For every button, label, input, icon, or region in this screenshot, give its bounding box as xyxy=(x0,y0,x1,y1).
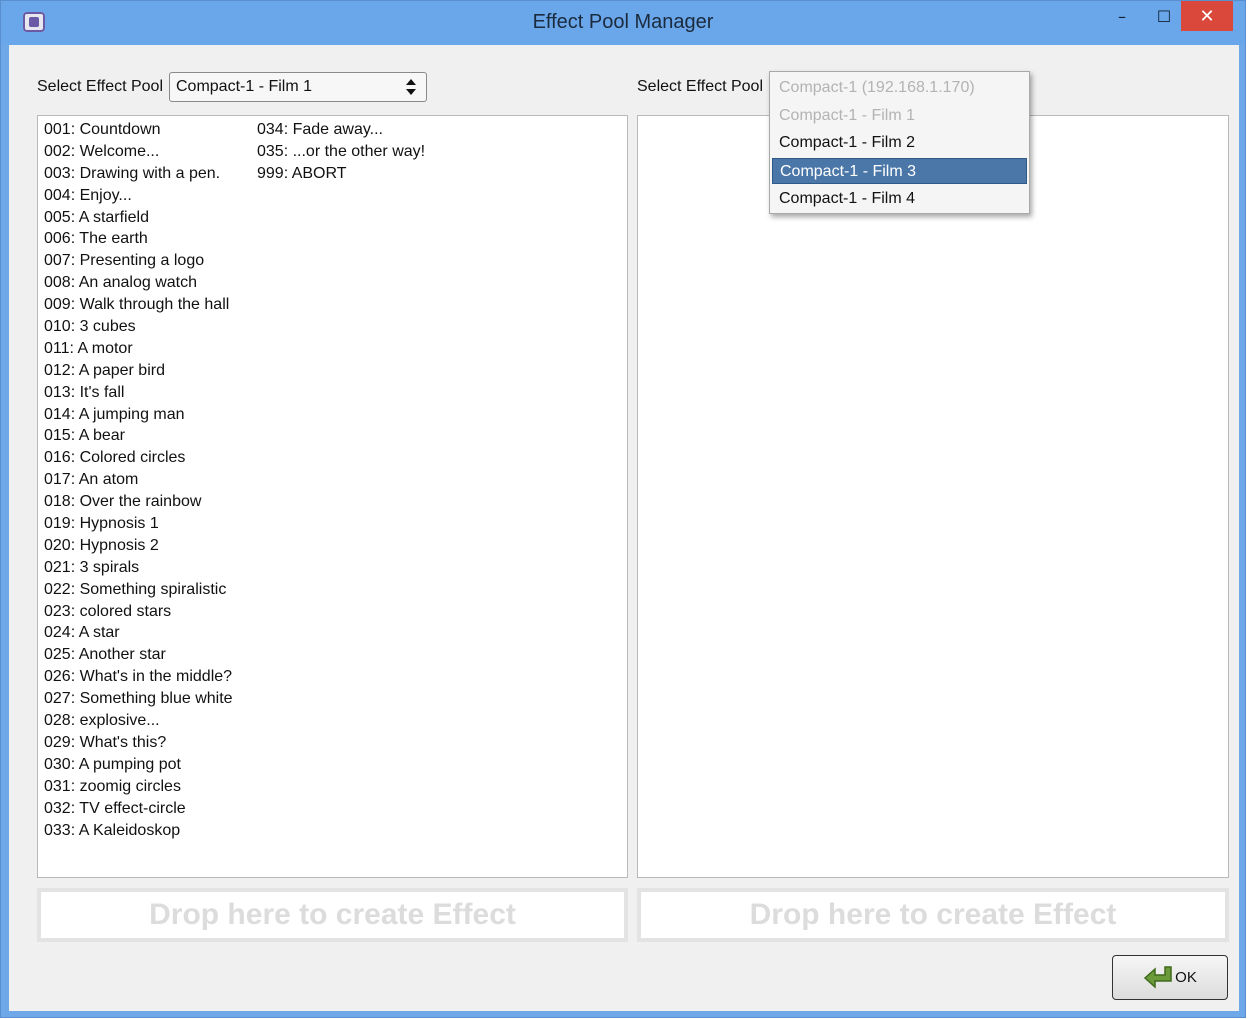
effect-list-item[interactable]: 016: Colored circles xyxy=(44,447,233,469)
effect-list-item[interactable]: 008: An analog watch xyxy=(44,272,233,294)
right-drop-zone[interactable]: Drop here to create Effect xyxy=(637,888,1229,942)
effects-column-2: 034: Fade away... 035: ...or the other wa… xyxy=(257,119,425,185)
effect-list-item[interactable]: 012: A paper bird xyxy=(44,360,233,382)
effect-list-item[interactable]: 017: An atom xyxy=(44,469,233,491)
effect-list-item[interactable]: 026: What's in the middle? xyxy=(44,666,233,688)
left-pool-selected-value: Compact-1 - Film 1 xyxy=(176,78,313,95)
dropdown-option: Compact-1 (192.168.1.170) xyxy=(779,79,975,96)
effects-column-1: 001: Countdown 002: Welcome... 003: Drawin… xyxy=(44,119,233,841)
effect-list-item[interactable]: 029: What's this? xyxy=(44,732,233,754)
effect-list-item[interactable]: 013: It's fall xyxy=(44,382,233,404)
effect-list-item[interactable]: 030: A pumping pot xyxy=(44,754,233,776)
effect-list-item[interactable]: 025: Another star xyxy=(44,644,233,666)
spin-arrows-icon xyxy=(406,79,416,95)
effect-list-item[interactable]: 035: ...or the other way! xyxy=(257,141,425,163)
dropdown-option[interactable]: Compact-1 - Film 3 xyxy=(772,158,1027,185)
effect-list-item[interactable]: 024: A star xyxy=(44,622,233,644)
right-select-pool-label: Select Effect Pool xyxy=(637,78,763,95)
minimize-button[interactable]: – xyxy=(1107,1,1137,31)
effect-list-item[interactable]: 003: Drawing with a pen. xyxy=(44,163,233,185)
effect-list-item[interactable]: 005: A starfield xyxy=(44,207,233,229)
left-pool-select[interactable]: Compact-1 - Film 1 xyxy=(169,72,427,102)
dialog-client-area: Select Effect Pool Compact-1 - Film 1 Se… xyxy=(9,45,1239,1011)
effect-list-item[interactable]: 014: A jumping man xyxy=(44,404,233,426)
effect-list-item[interactable]: 022: Something spiralistic xyxy=(44,579,233,601)
effect-list-item[interactable]: 002: Welcome... xyxy=(44,141,233,163)
effect-list-item[interactable]: 021: 3 spirals xyxy=(44,557,233,579)
close-button[interactable]: ✕ xyxy=(1181,1,1233,31)
dropdown-option: Compact-1 - Film 1 xyxy=(779,106,916,124)
maximize-button[interactable]: ☐ xyxy=(1147,1,1181,31)
effect-list-item[interactable]: 015: A bear xyxy=(44,425,233,447)
effect-list-item[interactable]: 011: A motor xyxy=(44,338,233,360)
effect-list-item[interactable]: 004: Enjoy... xyxy=(44,185,233,207)
dropdown-option[interactable]: Compact-1 - Film 4 xyxy=(772,186,1027,212)
effect-list-item[interactable]: 019: Hypnosis 1 xyxy=(44,513,233,535)
left-select-pool-label: Select Effect Pool xyxy=(37,78,163,95)
effect-list-item[interactable]: 010: 3 cubes xyxy=(44,316,233,338)
effect-list-item[interactable]: 028: explosive... xyxy=(44,710,233,732)
dropdown-option[interactable]: Compact-1 - Film 2 xyxy=(772,130,1027,156)
effect-list-item[interactable]: 033: A Kaleidoskop xyxy=(44,820,233,842)
effect-pool-manager-window: Effect Pool Manager – ☐ ✕ Select Effect … xyxy=(0,0,1246,1018)
effect-list-item[interactable]: 007: Presenting a logo xyxy=(44,250,233,272)
window-title: Effect Pool Manager xyxy=(532,11,714,33)
effect-list-item[interactable]: 031: zoomig circles xyxy=(44,776,233,798)
right-pool-dropdown-menu[interactable]: Compact-1 (192.168.1.170) Compact-1 - Fil… xyxy=(769,71,1030,214)
effect-list-item[interactable]: 020: Hypnosis 2 xyxy=(44,535,233,557)
enter-arrow-icon xyxy=(1143,965,1173,991)
title-bar[interactable]: Effect Pool Manager – ☐ ✕ xyxy=(1,1,1245,45)
effect-list-item[interactable]: 034: Fade away... xyxy=(257,119,425,141)
effect-list-item[interactable]: 023: colored stars xyxy=(44,601,233,623)
effect-list-item[interactable]: 999: ABORT xyxy=(257,163,425,185)
right-effects-list[interactable] xyxy=(637,115,1229,878)
effect-list-item[interactable]: 032: TV effect-circle xyxy=(44,798,233,820)
effect-list-item[interactable]: 001: Countdown xyxy=(44,119,233,141)
effect-list-item[interactable]: 009: Walk through the hall xyxy=(44,294,233,316)
effect-list-item[interactable]: 027: Something blue white xyxy=(44,688,233,710)
ok-button[interactable]: OK xyxy=(1112,955,1228,1000)
left-effects-list[interactable]: 001: Countdown 002: Welcome... 003: Drawin… xyxy=(37,115,628,878)
effect-list-item[interactable]: 006: The earth xyxy=(44,228,233,250)
effect-list-item[interactable]: 018: Over the rainbow xyxy=(44,491,233,513)
ok-label: OK xyxy=(1175,969,1197,986)
left-drop-zone[interactable]: Drop here to create Effect xyxy=(37,888,628,942)
